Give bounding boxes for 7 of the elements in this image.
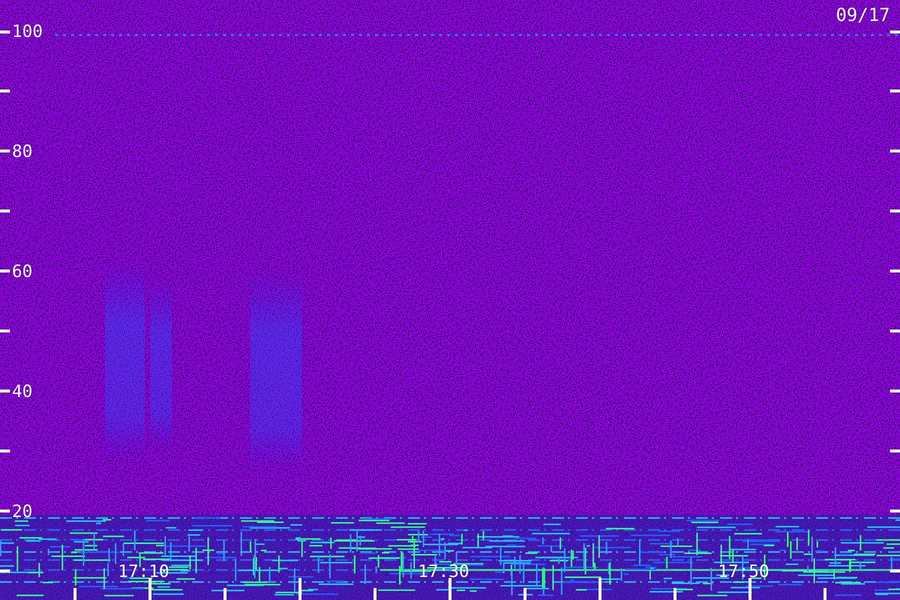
y-axis-label: 80 — [12, 142, 32, 162]
y-axis-label: 60 — [12, 262, 32, 282]
y-axis-label: 100 — [12, 22, 43, 42]
y-axis-label: 40 — [12, 382, 32, 402]
y-axis-label: 20 — [12, 502, 32, 522]
date-label: 09/17 — [836, 6, 890, 26]
x-axis-label: 17:10 — [118, 562, 170, 582]
